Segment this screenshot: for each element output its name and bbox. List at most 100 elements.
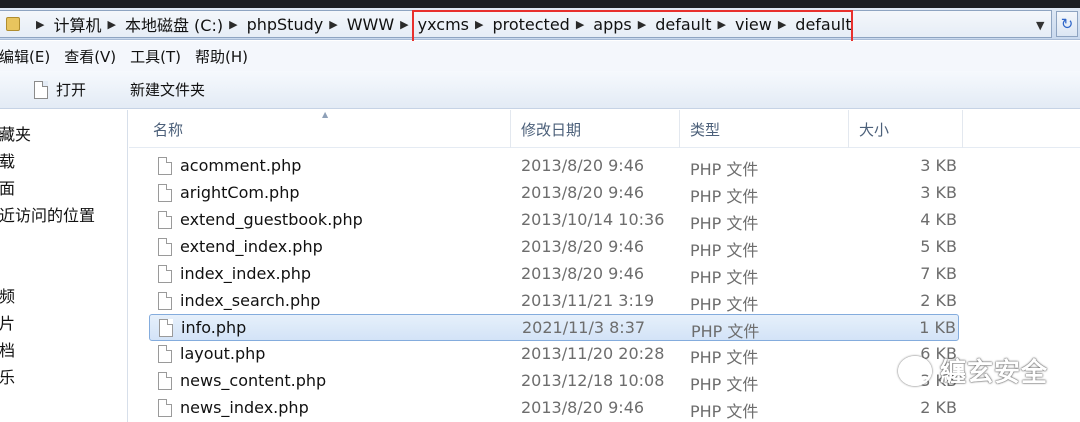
column-header-size[interactable]: 大小	[859, 119, 889, 140]
nav-item-documents[interactable]: 档	[0, 337, 15, 361]
sort-arrow-icon: ▲	[322, 110, 329, 119]
breadcrumb-arrow-icon[interactable]: ▶	[576, 18, 584, 31]
breadcrumb: ▶ 计算机 ▶ 本地磁盘 (C:) ▶ phpStudy ▶ WWW ▶ yxcms ▶ protec…	[30, 11, 852, 37]
breadcrumb-arrow-icon[interactable]: ▶	[400, 18, 408, 31]
file-type: PHP 文件	[690, 240, 759, 260]
column-divider[interactable]	[848, 110, 849, 148]
php-file-icon	[158, 291, 172, 310]
file-modified-date: 2013/8/20 9:46	[521, 182, 645, 202]
file-modified-date: 2013/12/18 10:08	[521, 371, 665, 391]
file-type: PHP 文件	[690, 402, 759, 422]
breadcrumb-arrow-icon[interactable]: ▶	[329, 18, 337, 31]
breadcrumb-item[interactable]: default	[795, 15, 851, 34]
breadcrumb-item[interactable]: phpStudy	[247, 15, 324, 34]
file-size: 3 KB	[920, 182, 957, 202]
file-size: 1 KB	[919, 318, 956, 338]
php-file-icon	[158, 157, 172, 175]
nav-item-music[interactable]: 乐	[0, 364, 15, 388]
menu-tools[interactable]: 工具(T)	[130, 46, 181, 67]
file-row[interactable]: index_index.php 2013/8/20 9:46 PHP 文件 7 KB	[149, 261, 959, 288]
file-row[interactable]: extend_guestbook.php 2013/10/14 10:36 PHP …	[149, 207, 959, 234]
breadcrumb-arrow-icon[interactable]: ▶	[36, 18, 44, 31]
breadcrumb-item[interactable]: view	[735, 15, 772, 34]
file-type: PHP 文件	[690, 294, 759, 314]
open-button[interactable]: 打开	[34, 79, 86, 100]
file-row[interactable]: news_index.php 2013/8/20 9:46 PHP 文件 2 KB	[149, 395, 959, 422]
breadcrumb-arrow-icon[interactable]: ▶	[718, 18, 726, 31]
file-modified-date: 2013/8/20 9:46	[521, 398, 645, 418]
file-name: arightCom.php	[180, 182, 300, 202]
file-row[interactable]: news_content.php 2013/12/18 10:08 PHP 文件 3 …	[149, 368, 959, 395]
nav-item-downloads[interactable]: 载	[0, 148, 15, 172]
column-header-row: ▲ 名称 修改日期 类型 大小	[129, 110, 1080, 148]
open-label: 打开	[56, 81, 87, 99]
breadcrumb-item[interactable]: yxcms	[418, 15, 469, 34]
file-type: PHP 文件	[690, 348, 759, 368]
file-modified-date: 2013/11/20 20:28	[521, 344, 665, 364]
address-bar[interactable]: ▶ 计算机 ▶ 本地磁盘 (C:) ▶ phpStudy ▶ WWW ▶ yxcms ▶ protec…	[0, 10, 1052, 38]
breadcrumb-arrow-icon[interactable]: ▶	[638, 18, 646, 31]
file-name: acomment.php	[180, 156, 302, 175]
file-modified-date: 2013/11/21 3:19	[521, 290, 655, 310]
nav-item-favorites[interactable]: 藏夹	[0, 121, 31, 145]
address-dropdown-icon[interactable]: ▼	[1036, 19, 1044, 32]
file-name: index_index.php	[180, 263, 312, 283]
file-size: 4 KB	[920, 209, 957, 229]
breadcrumb-item[interactable]: default	[655, 15, 711, 34]
menu-edit[interactable]: 编辑(E)	[0, 46, 50, 67]
column-header-date[interactable]: 修改日期	[521, 119, 581, 140]
file-row[interactable]: acomment.php 2013/8/20 9:46 PHP 文件 3 KB	[149, 153, 959, 180]
address-bar-row: ▶ 计算机 ▶ 本地磁盘 (C:) ▶ phpStudy ▶ WWW ▶ yxcms ▶ protec…	[0, 8, 1080, 40]
file-row[interactable]: info.php 2021/11/3 8:37 PHP 文件 1 KB	[149, 314, 959, 342]
breadcrumb-item[interactable]: protected	[492, 15, 569, 34]
nav-item-recent-places[interactable]: 近访问的位置	[0, 202, 95, 226]
nav-item-pictures[interactable]: 片	[0, 310, 15, 334]
nav-item-desktop[interactable]: 面	[0, 175, 15, 199]
nav-item-videos[interactable]: 频	[0, 283, 15, 307]
file-row[interactable]: extend_index.php 2013/8/20 9:46 PHP 文件 5 KB	[149, 234, 959, 261]
file-size: 7 KB	[920, 263, 957, 283]
column-header-name[interactable]: 名称	[153, 119, 183, 140]
file-row[interactable]: arightCom.php 2013/8/20 9:46 PHP 文件 3 KB	[149, 180, 959, 207]
php-file-icon	[158, 183, 172, 202]
menu-view[interactable]: 查看(V)	[64, 46, 116, 67]
file-row[interactable]: layout.php 2013/11/20 20:28 PHP 文件 6 KB	[149, 341, 959, 368]
file-modified-date: 2013/8/20 9:46	[521, 236, 645, 256]
file-name: news_index.php	[180, 398, 309, 418]
refresh-icon: ↻	[1060, 15, 1074, 33]
window-top-strip	[0, 0, 1080, 8]
breadcrumb-item[interactable]: 本地磁盘 (C:)	[125, 12, 223, 36]
breadcrumb-arrow-icon[interactable]: ▶	[107, 18, 115, 31]
file-name: extend_guestbook.php	[180, 209, 363, 229]
column-header-type[interactable]: 类型	[690, 119, 720, 140]
column-divider[interactable]	[510, 110, 511, 148]
column-divider[interactable]	[679, 110, 680, 148]
new-folder-button[interactable]: 新建文件夹	[130, 79, 205, 100]
file-name: layout.php	[180, 344, 266, 364]
file-modified-date: 2013/10/14 10:36	[521, 209, 665, 229]
file-name: news_content.php	[180, 371, 327, 391]
menu-bar: 编辑(E) 查看(V) 工具(T) 帮助(H)	[0, 41, 1080, 71]
breadcrumb-item[interactable]: 计算机	[53, 12, 101, 36]
new-folder-label: 新建文件夹	[130, 81, 206, 99]
file-size: 3 KB	[920, 156, 957, 175]
breadcrumb-item[interactable]: apps	[593, 15, 631, 34]
breadcrumb-arrow-icon[interactable]: ▶	[229, 18, 237, 31]
breadcrumb-arrow-icon[interactable]: ▶	[475, 18, 483, 31]
php-file-icon	[158, 210, 172, 229]
file-modified-date: 2021/11/3 8:37	[522, 318, 646, 338]
file-row[interactable]: index_search.php 2013/11/21 3:19 PHP 文件 2 K…	[149, 288, 959, 315]
file-size: 5 KB	[920, 236, 957, 256]
file-name: index_search.php	[180, 290, 321, 310]
column-divider[interactable]	[962, 110, 963, 148]
breadcrumb-arrow-icon[interactable]: ▶	[778, 18, 786, 31]
refresh-button[interactable]: ↻	[1056, 11, 1078, 37]
file-name: extend_index.php	[180, 236, 323, 256]
php-file-icon	[158, 345, 172, 364]
menu-help[interactable]: 帮助(H)	[195, 46, 248, 67]
php-file-icon	[158, 264, 172, 283]
breadcrumb-item[interactable]: WWW	[347, 15, 394, 34]
folder-icon	[6, 17, 20, 31]
file-modified-date: 2013/8/20 9:46	[521, 156, 645, 175]
wechat-logo-icon	[898, 355, 932, 386]
